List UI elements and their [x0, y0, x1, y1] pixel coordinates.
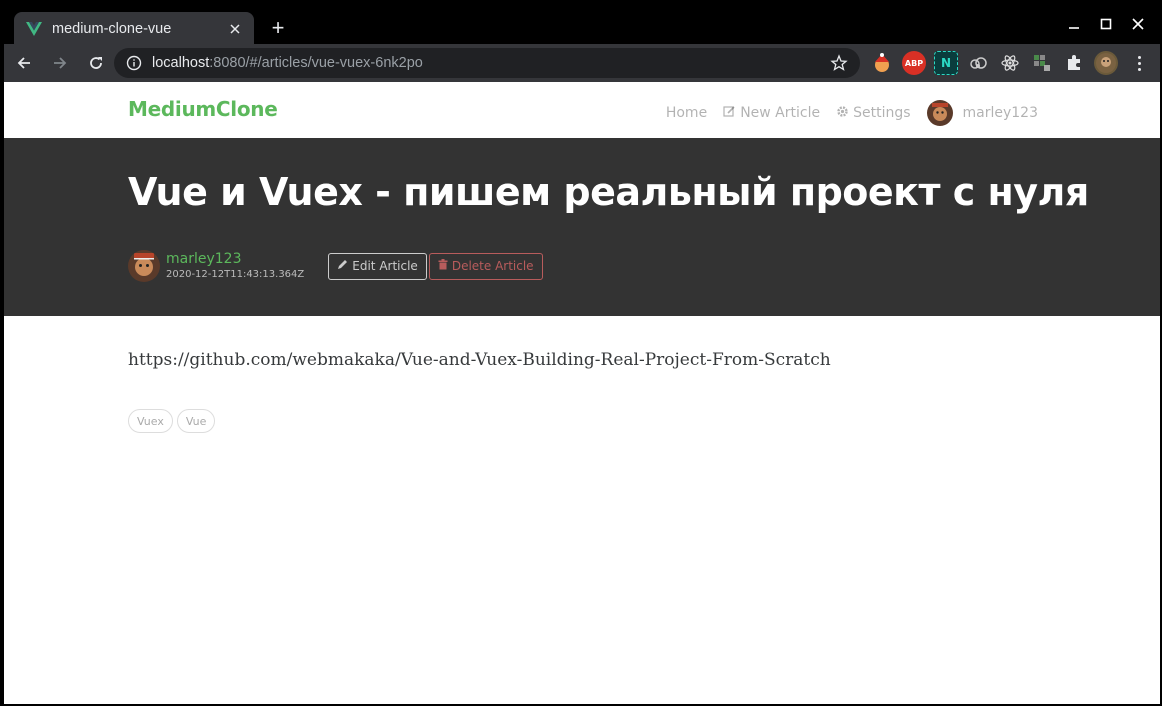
nav-username: marley123 — [962, 105, 1038, 121]
forward-icon[interactable] — [44, 47, 76, 79]
article-meta: marley123 2020-12-12T11:43:13.364Z Edit … — [128, 250, 543, 282]
nav-links: Home New Article Settings marley123 — [666, 100, 1038, 126]
cloud-icon[interactable] — [966, 51, 990, 75]
n-icon[interactable]: N — [934, 51, 958, 75]
profile-icon[interactable] — [1094, 51, 1118, 75]
extensions-bar: ABP N — [870, 51, 1118, 75]
nav-home-label: Home — [665, 105, 708, 121]
page-viewport: MediumClone Home New Article Settings ma… — [4, 82, 1160, 704]
close-window-icon[interactable] — [1122, 10, 1154, 38]
maximize-icon[interactable] — [1090, 10, 1122, 38]
article-banner: Vue и Vuex - пишем реальный проект с нул… — [4, 138, 1160, 316]
abp-icon[interactable]: ABP — [902, 51, 926, 75]
compose-icon — [723, 105, 736, 122]
minimize-icon[interactable] — [1058, 10, 1090, 38]
trash-icon — [438, 259, 448, 273]
nav-new-article-label: New Article — [740, 105, 821, 121]
pencil-icon — [337, 259, 348, 273]
vue-favicon-icon — [26, 21, 42, 37]
react-icon[interactable] — [998, 51, 1022, 75]
article-date: 2020-12-12T11:43:13.364Z — [166, 269, 305, 280]
edit-article-button[interactable]: Edit Article — [328, 252, 427, 280]
delete-article-label: Delete Article — [451, 259, 534, 273]
browser-toolbar: localhost:8080/#/articles/vue-vuex-6nk2p… — [4, 44, 1160, 82]
nav-settings-label: Settings — [853, 105, 911, 121]
site-info-icon[interactable] — [126, 55, 142, 71]
tab-strip: medium-clone-vue + — [4, 4, 1160, 46]
address-bar[interactable]: localhost:8080/#/articles/vue-vuex-6nk2p… — [114, 48, 860, 78]
bookmark-star-icon[interactable] — [830, 54, 848, 72]
gear-icon — [836, 105, 849, 122]
window-controls — [1058, 10, 1154, 38]
puzzle-icon[interactable] — [1062, 51, 1086, 75]
url-text: localhost:8080/#/articles/vue-vuex-6nk2p… — [152, 55, 830, 71]
new-tab-button[interactable]: + — [266, 15, 290, 40]
avatar — [926, 100, 953, 126]
back-icon[interactable] — [8, 47, 40, 79]
nav-profile-link[interactable]: marley123 — [926, 100, 1038, 126]
tab-title: medium-clone-vue — [52, 21, 172, 37]
url-host: localhost — [152, 55, 210, 71]
brand-logo[interactable]: MediumClone — [128, 97, 278, 121]
site-navbar: MediumClone Home New Article Settings ma… — [4, 82, 1160, 138]
extension-santa-icon[interactable] — [870, 51, 894, 75]
nav-new-article-link[interactable]: New Article — [723, 105, 820, 122]
author-info: marley123 2020-12-12T11:43:13.364Z — [166, 251, 304, 281]
url-path: :8080/#/articles/vue-vuex-6nk2po — [209, 55, 423, 71]
tab-medium-clone[interactable]: medium-clone-vue — [14, 12, 254, 46]
tag-list: Vuex Vue — [128, 409, 216, 433]
tab-close-icon[interactable] — [226, 20, 244, 38]
browser-window: medium-clone-vue + localhost:8080/#/arti… — [0, 0, 1162, 706]
author-avatar[interactable] — [128, 250, 160, 282]
author-link[interactable]: marley123 — [166, 251, 304, 268]
delete-article-button[interactable]: Delete Article — [428, 252, 543, 280]
reload-icon[interactable] — [80, 47, 112, 79]
tag-item[interactable]: Vuex — [128, 409, 173, 433]
tag-item[interactable]: Vue — [176, 409, 216, 433]
browser-menu-icon[interactable] — [1130, 54, 1148, 72]
edit-article-label: Edit Article — [352, 259, 418, 273]
article-body: https://github.com/webmakaka/Vue-and-Vue… — [128, 350, 831, 370]
nav-home-link[interactable]: Home — [666, 105, 707, 121]
nav-settings-link[interactable]: Settings — [836, 105, 911, 122]
grid-icon[interactable] — [1030, 51, 1054, 75]
article-title: Vue и Vuex - пишем реальный проект с нул… — [128, 170, 1089, 214]
